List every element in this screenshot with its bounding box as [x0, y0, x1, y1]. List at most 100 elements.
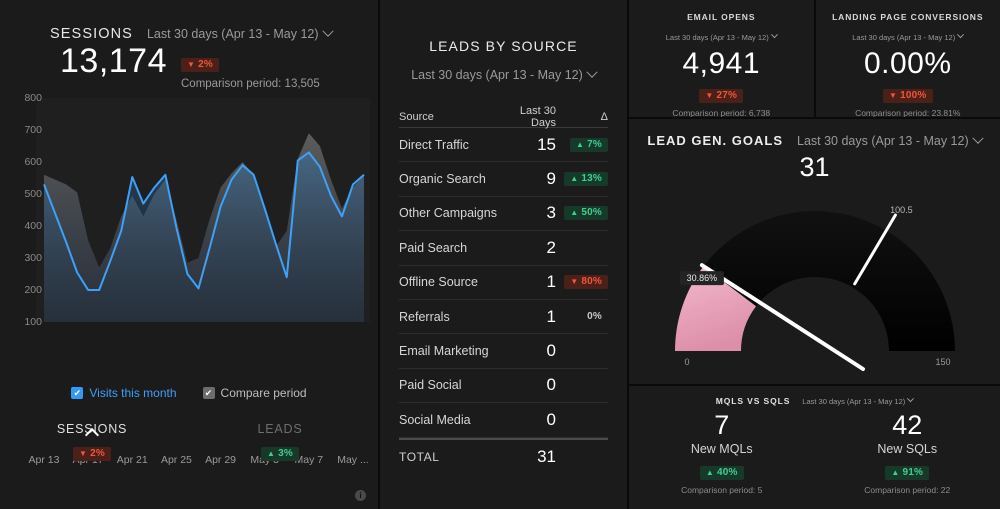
table-row: Paid Social0 — [399, 369, 608, 403]
checkbox-checked-icon[interactable]: ✔ — [71, 387, 83, 399]
row-delta-badge: ▲13% — [564, 172, 608, 186]
chart-legend: ✔ Visits this month ✔ Compare period — [0, 386, 378, 400]
row-delta-value: 13% — [581, 174, 602, 184]
chevron-down-icon — [907, 395, 914, 402]
total-label: TOTAL — [399, 450, 504, 464]
y-axis-tick-label: 300 — [24, 252, 42, 264]
checkbox-checked-icon[interactable]: ✔ — [203, 387, 215, 399]
row-source-label: Offline Source — [399, 275, 504, 289]
row-source-label: Social Media — [399, 413, 504, 427]
row-value: 1 — [504, 307, 556, 327]
chevron-up-icon — [87, 428, 97, 438]
kpi-email-opens-value: 4,941 — [682, 47, 760, 81]
row-value: 3 — [504, 203, 556, 223]
row-source-label: Paid Social — [399, 378, 504, 392]
kpi-row: EMAIL OPENS Last 30 days (Apr 13 - May 1… — [629, 0, 1000, 117]
kpi-email-opens-date-dropdown[interactable]: Last 30 days (Apr 13 - May 12) — [666, 33, 777, 42]
y-axis-tick-label: 400 — [24, 220, 42, 232]
y-axis-tick-label: 600 — [24, 156, 42, 168]
sql-value: 42 — [815, 410, 1000, 441]
row-delta: ▲13% — [556, 172, 608, 186]
leads-date-range-dropdown[interactable]: Last 30 days (Apr 13 - May 12) — [411, 68, 596, 82]
kpi-lpc-delta-value: 100% — [900, 91, 926, 101]
row-value: 0 — [504, 375, 556, 395]
triangle-up-icon: ▲ — [891, 469, 899, 477]
sql-column: 42 New SQLs ▲ 91% Comparison period: 22 — [815, 410, 1000, 495]
row-delta-badge: ▼80% — [564, 275, 608, 289]
column-header-source: Source — [399, 111, 504, 123]
chevron-down-icon — [771, 31, 778, 38]
chevron-down-icon — [322, 26, 333, 37]
kpi-lpc-date-dropdown[interactable]: Last 30 days (Apr 13 - May 12) — [852, 33, 963, 42]
leads-date-range-label: Last 30 days (Apr 13 - May 12) — [411, 68, 583, 82]
tab-leads-label: LEADS — [234, 422, 326, 436]
row-value: 2 — [504, 238, 556, 258]
triangle-up-icon: ▲ — [570, 175, 578, 183]
row-delta-value: 7% — [587, 140, 602, 150]
row-source-label: Referrals — [399, 310, 504, 324]
table-row: Paid Search2 — [399, 231, 608, 265]
triangle-down-icon: ▼ — [705, 92, 713, 100]
tab-leads[interactable]: LEADS ▲ 3% — [234, 422, 326, 461]
dashboard: SESSIONS Last 30 days (Apr 13 - May 12) … — [0, 0, 1000, 509]
row-source-label: Organic Search — [399, 172, 504, 186]
triangle-down-icon: ▼ — [570, 278, 578, 286]
gauge-min-label: 0 — [684, 357, 689, 367]
sessions-delta-badge: ▼ 2% — [181, 58, 219, 72]
legend-item-compare[interactable]: ✔ Compare period — [203, 386, 307, 400]
sql-delta-value: 91% — [903, 468, 924, 478]
column-header-delta: Δ — [556, 111, 608, 123]
kpi-email-opens-delta-badge: ▼ 27% — [699, 89, 743, 103]
leads-by-source-panel: LEADS BY SOURCE Last 30 days (Apr 13 - M… — [380, 0, 627, 509]
kpi-lpc-value: 0.00% — [864, 47, 952, 81]
kpi-email-opens-date-label: Last 30 days (Apr 13 - May 12) — [666, 33, 769, 42]
row-source-label: Direct Traffic — [399, 138, 504, 152]
sessions-line-chart — [0, 92, 378, 384]
sql-label: New SQLs — [815, 442, 1000, 456]
row-value: 15 — [504, 135, 556, 155]
table-row: Direct Traffic15 ▲7% — [399, 128, 608, 162]
right-column: EMAIL OPENS Last 30 days (Apr 13 - May 1… — [629, 0, 1000, 509]
tab-sessions[interactable]: SESSIONS ▼ 2% — [46, 422, 138, 461]
page-title: SESSIONS — [50, 26, 133, 42]
row-delta: 0% — [556, 310, 608, 324]
row-source-label: Email Marketing — [399, 344, 504, 358]
row-value: 0 — [504, 410, 556, 430]
row-delta-badge: ▲7% — [570, 138, 608, 152]
sessions-date-range-dropdown[interactable]: Last 30 days (Apr 13 - May 12) — [147, 27, 332, 41]
row-value: 1 — [504, 272, 556, 292]
total-value: 31 — [504, 447, 556, 467]
mqls-sqls-date-dropdown[interactable]: Last 30 days (Apr 13 - May 12) — [802, 397, 913, 406]
triangle-up-icon: ▲ — [706, 469, 714, 477]
mql-delta-value: 40% — [717, 468, 738, 478]
gauge-date-range-label: Last 30 days (Apr 13 - May 12) — [797, 134, 969, 148]
mqls-sqls-date-label: Last 30 days (Apr 13 - May 12) — [802, 397, 905, 406]
sessions-comparison: Comparison period: 13,505 — [181, 78, 320, 90]
mql-label: New MQLs — [629, 442, 815, 456]
row-delta-badge: 0% — [581, 310, 608, 324]
legend-label-visits: Visits this month — [89, 386, 176, 400]
legend-label-compare: Compare period — [221, 386, 307, 400]
kpi-email-opens: EMAIL OPENS Last 30 days (Apr 13 - May 1… — [629, 0, 814, 117]
table-row: Organic Search9▲13% — [399, 162, 608, 196]
chevron-down-icon — [957, 31, 964, 38]
y-axis-tick-label: 800 — [24, 92, 42, 104]
info-icon[interactable]: i — [355, 490, 366, 501]
kpi-email-opens-delta-value: 27% — [717, 91, 738, 101]
triangle-up-icon: ▲ — [570, 209, 578, 217]
gauge-date-range-dropdown[interactable]: Last 30 days (Apr 13 - May 12) — [797, 134, 982, 148]
row-delta-value: 50% — [581, 208, 602, 218]
kpi-lpc-delta-badge: ▼ 100% — [883, 89, 933, 103]
row-delta-badge: ▲50% — [564, 206, 608, 220]
mql-column: 7 New MQLs ▲ 40% Comparison period: 5 — [629, 410, 815, 495]
table-row: Other Campaigns3▲50% — [399, 197, 608, 231]
y-axis-tick-label: 700 — [24, 124, 42, 136]
gauge-chart: 0150100.530.86% — [645, 191, 985, 381]
sessions-delta-value: 2% — [198, 60, 213, 70]
sessions-value: 13,174 — [60, 44, 167, 80]
kpi-lpc-title: LANDING PAGE CONVERSIONS — [832, 12, 983, 22]
row-source-label: Paid Search — [399, 241, 504, 255]
gauge-percent-label: 30.86% — [686, 273, 717, 283]
gauge-target-label: 100.5 — [890, 205, 913, 215]
legend-item-visits[interactable]: ✔ Visits this month — [71, 386, 176, 400]
